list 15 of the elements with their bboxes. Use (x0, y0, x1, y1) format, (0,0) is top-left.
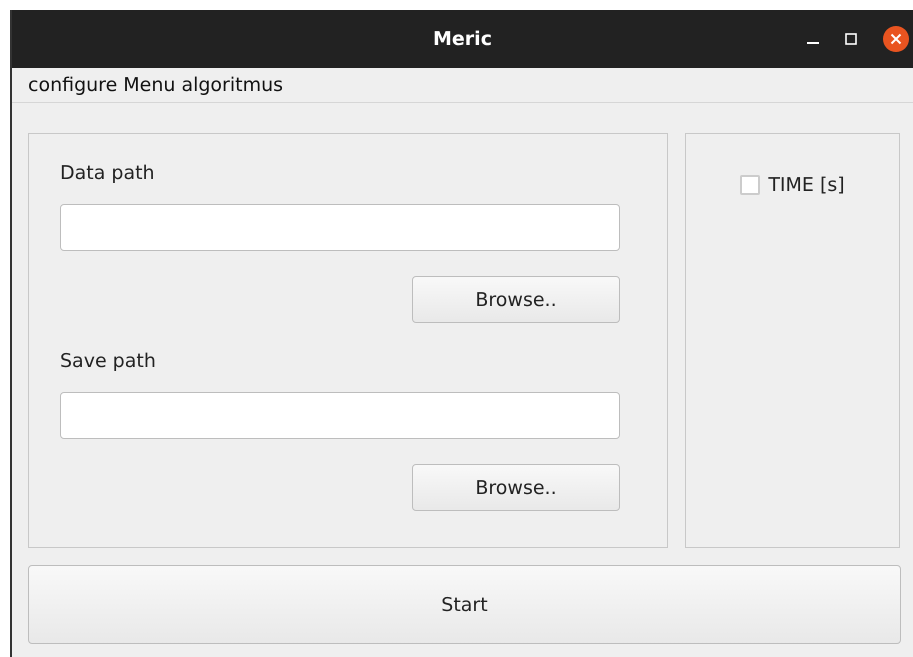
close-icon[interactable] (883, 26, 909, 52)
checkbox-label: TIME [s] (768, 174, 845, 196)
field-label: Data path (60, 162, 156, 186)
checkbox[interactable] (740, 175, 760, 195)
path-field[interactable] (60, 392, 620, 439)
maximize-icon[interactable] (845, 33, 857, 45)
menu-item[interactable]: configure (28, 74, 118, 96)
browse-button[interactable]: Browse.. (412, 276, 620, 323)
menu-item[interactable]: Menu (123, 74, 176, 96)
start-button[interactable]: Start (28, 565, 901, 644)
window-title: Meric (433, 28, 492, 50)
menu-item[interactable]: algoritmus (181, 74, 284, 96)
browse-button[interactable]: Browse.. (412, 464, 620, 511)
path-field[interactable] (60, 204, 620, 251)
field-label: Save path (60, 350, 157, 374)
